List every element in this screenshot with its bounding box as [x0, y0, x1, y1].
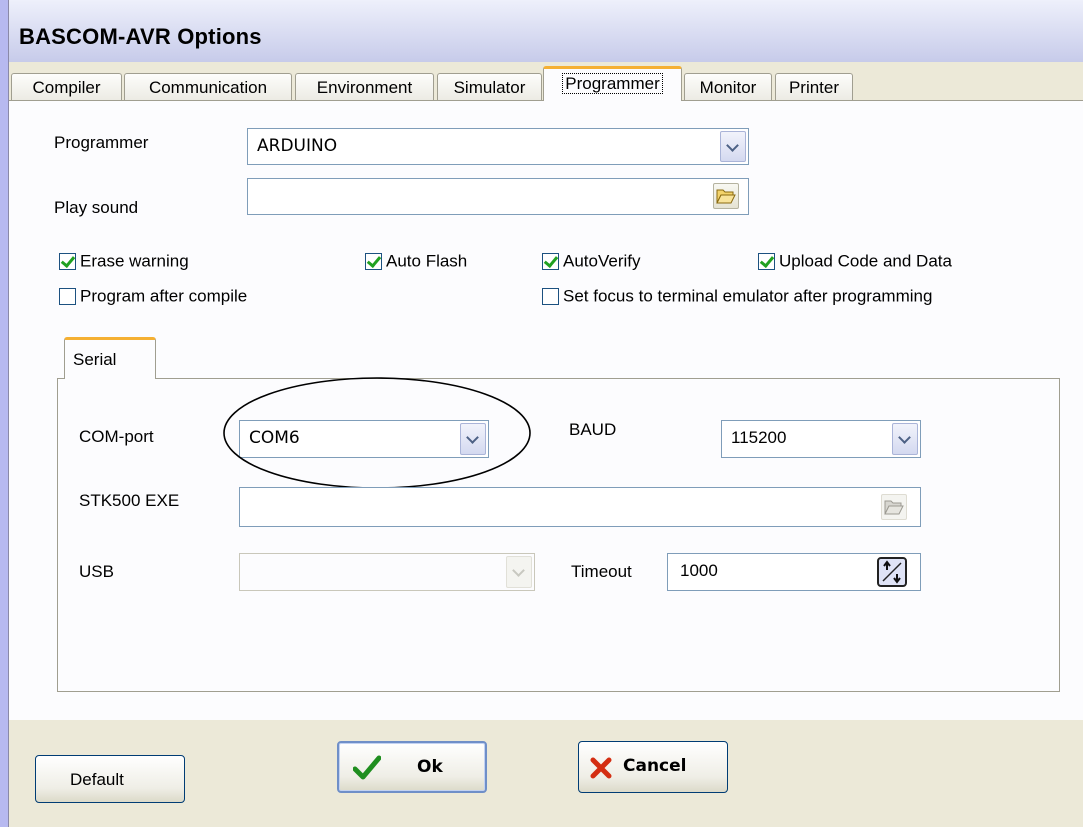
- programmer-dropdown-button[interactable]: [720, 131, 746, 162]
- default-button[interactable]: Default: [35, 755, 185, 803]
- cancel-button[interactable]: Cancel: [578, 741, 728, 793]
- tab-printer[interactable]: Printer: [775, 73, 853, 100]
- play-sound-label: Play sound: [54, 198, 139, 217]
- tab-label: Communication: [148, 78, 268, 97]
- tab-label: Monitor: [699, 78, 757, 97]
- tab-programmer[interactable]: Programmer: [543, 66, 682, 101]
- tab-label: Programmer: [562, 73, 663, 94]
- tab-label: Compiler: [32, 78, 101, 97]
- checkbox-label: Auto Flash: [386, 251, 468, 271]
- default-button-label: Default: [70, 770, 124, 789]
- erase-warning-checkbox[interactable]: Erase warning: [59, 251, 189, 271]
- auto-flash-checkbox[interactable]: Auto Flash: [365, 251, 467, 271]
- chevron-down-icon: [512, 564, 525, 577]
- usb-label: USB: [79, 562, 114, 581]
- checkbox-checked: [59, 253, 76, 271]
- ok-button-label: Ok: [417, 757, 443, 777]
- programmer-select[interactable]: ARDUINO: [247, 128, 749, 165]
- tab-compiler[interactable]: Compiler: [11, 73, 122, 100]
- cancel-button-label: Cancel: [623, 756, 687, 776]
- checkbox-label: Set focus to terminal emulator after pro…: [563, 286, 933, 306]
- folder-open-icon: [716, 189, 736, 204]
- baud-value: 115200: [731, 428, 787, 447]
- x-icon: [590, 757, 612, 779]
- auto-verify-checkbox[interactable]: AutoVerify: [542, 251, 641, 271]
- program-after-compile-checkbox[interactable]: Program after compile: [59, 286, 247, 306]
- tab-strip: Compiler Communication Environment Simul…: [9, 66, 1083, 101]
- checkbox-label: Upload Code and Data: [779, 251, 952, 271]
- tab-label: Simulator: [453, 78, 526, 97]
- tab-monitor[interactable]: Monitor: [684, 73, 772, 100]
- checkbox-label: AutoVerify: [563, 251, 641, 271]
- checkbox-checked: [365, 253, 382, 271]
- checkbox-checked: [542, 253, 559, 271]
- timeout-value: 1000: [680, 561, 718, 580]
- usb-dropdown-button[interactable]: [506, 556, 532, 588]
- baud-dropdown-button[interactable]: [892, 423, 918, 455]
- stk500-label: STK500 EXE: [79, 491, 180, 510]
- window-title: BASCOM-AVR Options: [19, 24, 262, 49]
- stk500-exe-field[interactable]: [239, 487, 921, 527]
- browse-sound-button[interactable]: [713, 183, 739, 209]
- folder-open-icon: [884, 500, 904, 515]
- ok-button[interactable]: Ok: [337, 741, 487, 793]
- tab-simulator[interactable]: Simulator: [437, 73, 542, 100]
- highlight-ellipse: [223, 377, 531, 489]
- chevron-down-icon: [726, 139, 739, 152]
- title-bar: BASCOM-AVR Options: [9, 0, 1083, 62]
- com-port-label: COM-port: [79, 427, 154, 446]
- timeout-spinner[interactable]: [877, 557, 907, 587]
- checkbox-label: Erase warning: [80, 251, 189, 271]
- checkmark-icon: [353, 755, 381, 780]
- baud-select[interactable]: 115200: [721, 420, 921, 458]
- programmer-label: Programmer: [54, 133, 149, 152]
- serial-tab-label: Serial: [73, 350, 117, 369]
- browse-stk500-button[interactable]: [881, 494, 907, 520]
- checkbox-label: Program after compile: [80, 286, 248, 306]
- options-dialog: BASCOM-AVR Options Compiler Communicatio…: [8, 0, 1083, 827]
- usb-select[interactable]: [239, 553, 535, 591]
- checkbox-checked: [758, 253, 775, 271]
- upload-code-checkbox[interactable]: Upload Code and Data: [758, 251, 952, 271]
- up-down-arrows-icon: [882, 560, 902, 584]
- baud-label: BAUD: [569, 420, 617, 439]
- tab-communication[interactable]: Communication: [124, 73, 292, 100]
- chevron-down-icon: [898, 431, 911, 444]
- timeout-label: Timeout: [571, 562, 632, 581]
- tab-environment[interactable]: Environment: [295, 73, 434, 100]
- checkbox-unchecked: [59, 288, 76, 306]
- programmer-value: ARDUINO: [257, 136, 338, 156]
- tab-serial[interactable]: Serial: [64, 337, 156, 379]
- tab-label: Printer: [788, 78, 840, 97]
- play-sound-field[interactable]: [247, 178, 749, 215]
- tab-label: Environment: [316, 78, 413, 97]
- set-focus-checkbox[interactable]: Set focus to terminal emulator after pro…: [542, 286, 932, 306]
- checkbox-unchecked: [542, 288, 559, 306]
